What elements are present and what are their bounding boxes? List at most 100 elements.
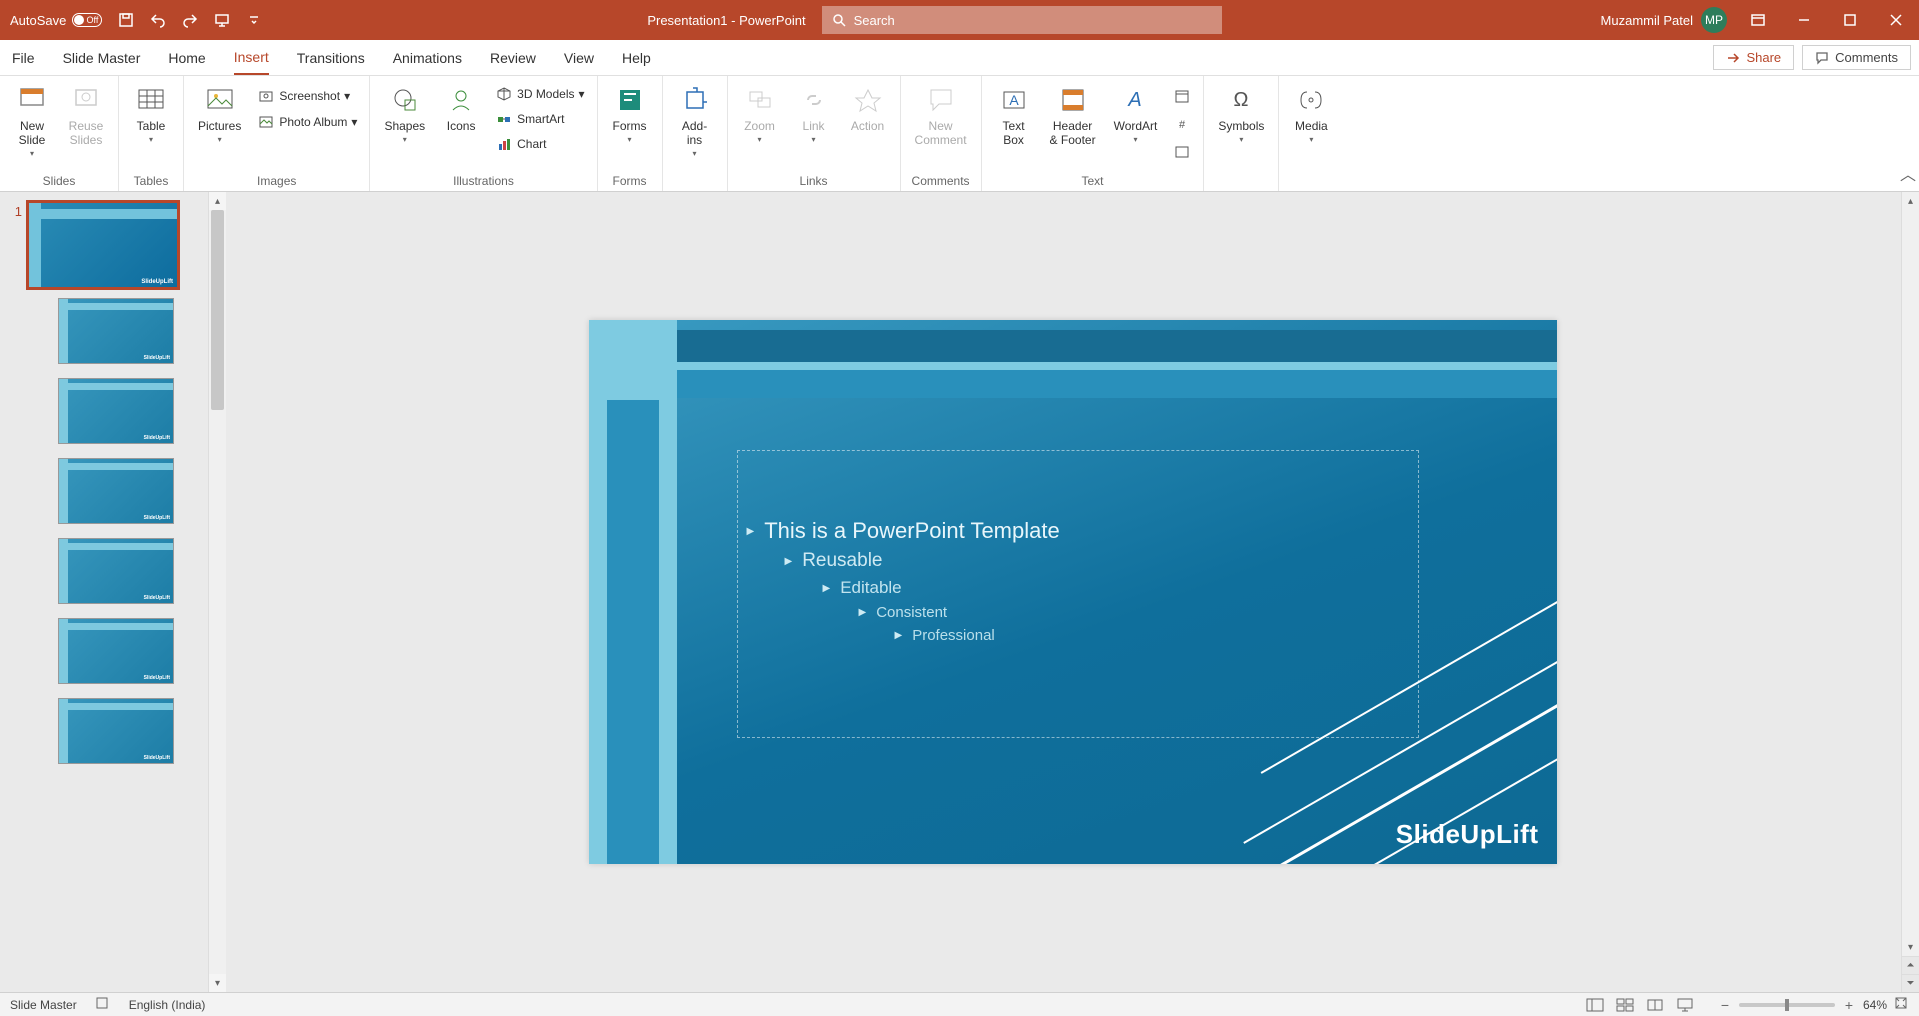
header-footer-button[interactable]: Header & Footer	[1044, 79, 1102, 151]
tab-transitions[interactable]: Transitions	[297, 42, 365, 74]
master-thumbnail-1[interactable]: SlideUpLift	[28, 202, 178, 288]
layout-thumbnail-1[interactable]: SlideUpLift	[58, 298, 174, 364]
ribbon-display-options-icon[interactable]	[1735, 0, 1781, 40]
zoom-handle[interactable]	[1785, 999, 1789, 1011]
forms-button[interactable]: Forms ▾	[606, 79, 654, 148]
object-button[interactable]	[1169, 141, 1195, 163]
smartart-button[interactable]: SmartArt	[491, 108, 588, 130]
wordart-button[interactable]: A WordArt ▾	[1108, 79, 1164, 148]
reuse-slides-icon	[69, 83, 103, 117]
maximize-icon[interactable]	[1827, 0, 1873, 40]
collapse-ribbon-icon[interactable]: ︿	[1897, 76, 1919, 191]
toggle-switch[interactable]: Off	[72, 13, 102, 27]
scrollbar-handle[interactable]	[211, 210, 224, 410]
zoom-slider[interactable]	[1739, 1003, 1835, 1007]
tab-file[interactable]: File	[12, 42, 35, 74]
zoom-percentage[interactable]: 64%	[1863, 998, 1887, 1012]
tab-home[interactable]: Home	[168, 42, 205, 74]
pictures-button[interactable]: Pictures ▾	[192, 79, 247, 148]
svg-text:Ω: Ω	[1234, 89, 1249, 111]
status-language[interactable]: English (India)	[129, 998, 206, 1012]
thumbnail-scrollbar[interactable]: ▴ ▾	[208, 192, 226, 992]
zoom-button[interactable]: Zoom ▾	[736, 79, 784, 148]
tab-view[interactable]: View	[564, 42, 594, 74]
action-button[interactable]: Action	[844, 79, 892, 137]
layout-thumbnail-2[interactable]: SlideUpLift	[58, 378, 174, 444]
share-button[interactable]: Share	[1713, 45, 1794, 70]
tab-help[interactable]: Help	[622, 42, 651, 74]
tab-slide-master[interactable]: Slide Master	[63, 42, 141, 74]
fit-to-window-icon[interactable]	[1893, 996, 1909, 1013]
new-comment-button[interactable]: New Comment	[909, 79, 973, 151]
scroll-down-icon[interactable]: ▾	[209, 974, 226, 992]
shapes-button[interactable]: Shapes ▾	[378, 79, 431, 148]
icons-button[interactable]: Icons	[437, 79, 485, 137]
undo-icon[interactable]	[144, 6, 172, 34]
comments-button[interactable]: Comments	[1802, 45, 1911, 70]
slideshow-view-icon[interactable]	[1671, 995, 1699, 1015]
layout-thumbnail-5[interactable]: SlideUpLift	[58, 618, 174, 684]
slideshow-start-icon[interactable]	[208, 6, 236, 34]
layout-thumbnail-4[interactable]: SlideUpLift	[58, 538, 174, 604]
scroll-down-icon[interactable]: ▾	[1902, 938, 1919, 956]
symbols-button[interactable]: Ω Symbols ▾	[1212, 79, 1270, 148]
autosave-label: AutoSave	[10, 13, 66, 28]
text-level-3: Editable	[840, 578, 901, 598]
ribbon-insert: New Slide ▾ Reuse Slides Slides Table ▾ …	[0, 76, 1919, 192]
slide-sorter-icon[interactable]	[1611, 995, 1639, 1015]
addins-button[interactable]: Add- ins ▾	[671, 79, 719, 162]
scroll-up-icon[interactable]: ▴	[1902, 192, 1919, 210]
search-box[interactable]	[822, 6, 1222, 34]
layout-thumbnail-3[interactable]: SlideUpLift	[58, 458, 174, 524]
comment-icon	[1815, 51, 1829, 65]
tab-animations[interactable]: Animations	[393, 42, 462, 74]
chevron-down-icon: ▾	[812, 135, 816, 144]
text-level-4: Consistent	[876, 604, 947, 621]
tab-review[interactable]: Review	[490, 42, 536, 74]
chevron-down-icon: ▾	[149, 135, 153, 144]
redo-icon[interactable]	[176, 6, 204, 34]
zoom-icon	[743, 83, 777, 117]
minimize-icon[interactable]	[1781, 0, 1827, 40]
decor-bar-left2	[607, 400, 659, 864]
group-tables: Table ▾ Tables	[119, 76, 184, 191]
group-media: Media ▾	[1279, 76, 1343, 191]
date-time-button[interactable]	[1169, 85, 1195, 107]
svg-text:#: #	[1179, 119, 1186, 131]
reading-view-icon[interactable]	[1641, 995, 1669, 1015]
normal-view-icon[interactable]	[1581, 995, 1609, 1015]
status-mode[interactable]: Slide Master	[10, 998, 77, 1012]
next-slide-icon[interactable]: ⏷	[1902, 974, 1919, 992]
photo-album-icon	[257, 113, 275, 131]
account-area[interactable]: Muzammil Patel MP	[1601, 7, 1735, 33]
autosave-toggle[interactable]: AutoSave Off	[0, 13, 112, 28]
media-button[interactable]: Media ▾	[1287, 79, 1335, 148]
zoom-in-button[interactable]: +	[1841, 997, 1857, 1013]
new-slide-button[interactable]: New Slide ▾	[8, 79, 56, 162]
accessibility-check-icon[interactable]	[95, 996, 111, 1013]
chevron-down-icon: ▾	[758, 135, 762, 144]
search-input[interactable]	[854, 13, 1212, 28]
tab-insert[interactable]: Insert	[234, 41, 269, 75]
canvas-scrollbar[interactable]: ▴ ▾ ⏶ ⏷	[1901, 192, 1919, 992]
screenshot-button[interactable]: Screenshot ▾	[253, 85, 361, 107]
3d-models-button[interactable]: 3D Models ▾	[491, 83, 588, 105]
slide-number-button[interactable]: #	[1169, 113, 1195, 135]
photo-album-button[interactable]: Photo Album ▾	[253, 111, 361, 133]
scroll-up-icon[interactable]: ▴	[209, 192, 226, 210]
group-addins: Add- ins ▾	[663, 76, 728, 191]
chart-button[interactable]: Chart	[491, 133, 588, 155]
link-button[interactable]: Link ▾	[790, 79, 838, 148]
slide-master-canvas[interactable]: ▶This is a PowerPoint Template ▶Reusable…	[589, 320, 1557, 864]
forms-icon	[613, 83, 647, 117]
close-icon[interactable]	[1873, 0, 1919, 40]
layout-thumbnail-6[interactable]: SlideUpLift	[58, 698, 174, 764]
shapes-icon	[388, 83, 422, 117]
prev-slide-icon[interactable]: ⏶	[1902, 956, 1919, 974]
table-button[interactable]: Table ▾	[127, 79, 175, 148]
qat-more-icon[interactable]	[240, 6, 268, 34]
save-icon[interactable]	[112, 6, 140, 34]
zoom-out-button[interactable]: −	[1717, 997, 1733, 1013]
reuse-slides-button[interactable]: Reuse Slides	[62, 79, 110, 151]
text-box-button[interactable]: A Text Box	[990, 79, 1038, 151]
